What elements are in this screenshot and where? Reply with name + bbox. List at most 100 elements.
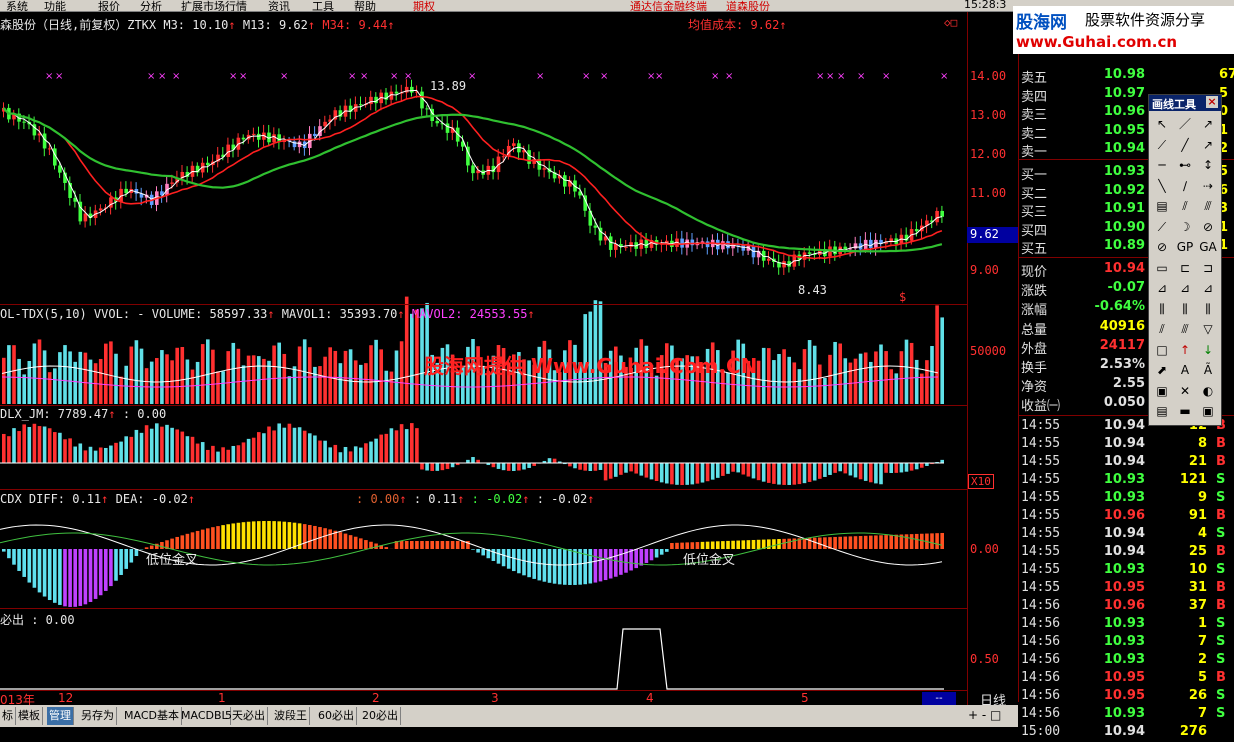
volume-bar	[359, 365, 363, 404]
macd-bar	[660, 549, 664, 555]
draw-tool-icon[interactable]: ⬈	[1152, 360, 1172, 380]
tab-60[interactable]: 60必出	[316, 707, 357, 725]
menu-news[interactable]: 资讯	[268, 0, 290, 12]
dlx-bar	[232, 446, 236, 463]
macd-bar	[838, 537, 842, 549]
draw-tool-icon[interactable]: ⊏	[1175, 258, 1195, 278]
promo-terminal[interactable]: 通达信金融终端	[630, 0, 707, 12]
candle-body	[721, 241, 725, 249]
draw-tool-icon[interactable]: ⟋	[1152, 135, 1172, 155]
draw-tool-icon[interactable]: ⫼	[1175, 299, 1195, 319]
draw-tool-icon[interactable]: Ã	[1198, 360, 1218, 380]
draw-tool-icon[interactable]: ⫻	[1198, 196, 1218, 216]
menu-system[interactable]: 系统	[6, 0, 28, 12]
draw-tool-icon[interactable]: ▣	[1152, 381, 1172, 401]
m34-value: M34: 9.44	[322, 18, 387, 32]
draw-tool-icon[interactable]: ⊘	[1198, 217, 1218, 237]
draw-tool-icon[interactable]: GA	[1198, 237, 1218, 257]
draw-tool-icon[interactable]: ⊿	[1198, 278, 1218, 298]
dlx-bar	[803, 463, 807, 483]
draw-tool-icon[interactable]: ↓	[1198, 340, 1218, 360]
volume-bar	[38, 339, 42, 404]
draw-tool-icon[interactable]: ⊐	[1198, 258, 1218, 278]
dlx-bar	[364, 443, 368, 463]
menu-quote[interactable]: 报价	[98, 0, 120, 12]
tab-5day[interactable]: 5天必出	[223, 707, 268, 725]
dlx-bar	[772, 463, 776, 484]
draw-tool-icon[interactable]: ✕	[1175, 381, 1195, 401]
dlx-bar	[109, 446, 113, 463]
volume-bar	[308, 347, 312, 404]
draw-tool-icon[interactable]: ☽	[1175, 217, 1195, 237]
draw-tool-icon[interactable]: ↗	[1198, 114, 1218, 134]
macd-bar	[711, 541, 715, 549]
close-icon[interactable]: ×	[1206, 96, 1218, 108]
draw-tool-icon[interactable]: ⊘	[1152, 237, 1172, 257]
dlx-bar	[614, 463, 618, 477]
menu-tools[interactable]: 工具	[312, 0, 334, 12]
promo-stock[interactable]: 道森股份	[726, 0, 770, 12]
candle-body	[257, 134, 261, 140]
menu-function[interactable]: 功能	[44, 0, 66, 12]
draw-tool-icon[interactable]: ↖	[1152, 114, 1172, 134]
period-label[interactable]: 日线	[968, 690, 1018, 705]
draw-tool-icon[interactable]: ⫼	[1198, 299, 1218, 319]
draw-tool-icon[interactable]: ⫽	[1152, 319, 1172, 339]
draw-tool-icon[interactable]: ⟋	[1152, 217, 1172, 237]
dlx-scale-badge[interactable]: X10	[968, 474, 994, 489]
dlx-bar	[665, 463, 669, 483]
draw-tool-icon[interactable]: A	[1175, 360, 1195, 380]
draw-tool-icon[interactable]: ↕	[1198, 155, 1218, 175]
panel-toggle-icons[interactable]: ◇□	[944, 16, 957, 29]
dlx-bar	[12, 428, 16, 463]
draw-tool-icon[interactable]: ╱	[1175, 135, 1195, 155]
draw-tool-icon[interactable]: ⫻	[1175, 319, 1195, 339]
dlx-bar	[323, 441, 327, 463]
draw-tool-icon[interactable]: ⫽	[1175, 196, 1195, 216]
draw-tool-icon[interactable]: ↑	[1175, 340, 1195, 360]
menu-extended-market[interactable]: 扩展市场行情	[181, 0, 247, 12]
volume-bar	[277, 343, 281, 404]
draw-tool-icon[interactable]: ↗	[1198, 135, 1218, 155]
draw-tool-icon[interactable]: ▤	[1152, 196, 1172, 216]
draw-tool-icon[interactable]: GP	[1175, 237, 1195, 257]
dlx-bar	[721, 463, 725, 476]
panel-divider	[0, 405, 967, 406]
draw-tool-icon[interactable]: □	[1152, 340, 1172, 360]
zoom-controls[interactable]: + - □	[968, 708, 1001, 722]
draw-tool-icon[interactable]: ◐	[1198, 381, 1218, 401]
draw-tool-icon[interactable]: ▤	[1152, 401, 1172, 421]
tab-band-king[interactable]: 波段王	[272, 707, 310, 725]
draw-tool-icon[interactable]: ∕	[1175, 176, 1195, 196]
tab-mark[interactable]: 标	[0, 707, 16, 725]
volume-bar	[782, 349, 786, 404]
draw-tool-icon[interactable]: ▣	[1198, 401, 1218, 421]
dlx-bar	[359, 448, 363, 463]
draw-tool-icon[interactable]: ─	[1152, 155, 1172, 175]
tab-template[interactable]: 模板	[16, 707, 43, 725]
draw-tool-icon[interactable]: ／	[1175, 114, 1195, 134]
tab-20[interactable]: 20必出	[360, 707, 401, 725]
candle-body	[410, 87, 414, 93]
macd-bar	[288, 522, 292, 549]
menu-help[interactable]: 帮助	[354, 0, 376, 12]
tab-manage[interactable]: 管理	[47, 707, 74, 725]
draw-tool-icon[interactable]: ╲	[1152, 176, 1172, 196]
draw-tool-icon[interactable]: ▭	[1152, 258, 1172, 278]
tab-save-as[interactable]: 另存为	[79, 707, 117, 725]
dlx-bar	[507, 463, 511, 471]
bc-tick: 0.50	[970, 652, 999, 666]
draw-tool-icon[interactable]: ⊿	[1152, 278, 1172, 298]
dlx-bar	[910, 463, 914, 471]
tab-macd-basic[interactable]: MACD基本	[122, 707, 182, 725]
menu-options-tag[interactable]: 期权	[413, 0, 435, 12]
draw-tool-icon[interactable]: ⇢	[1198, 176, 1218, 196]
draw-tool-icon[interactable]: ▽	[1198, 319, 1218, 339]
draw-tool-icon[interactable]: ▬	[1175, 401, 1195, 421]
draw-tool-icon[interactable]: ⊷	[1175, 155, 1195, 175]
menu-analysis[interactable]: 分析	[140, 0, 162, 12]
draw-tool-icon[interactable]: ⫼	[1152, 299, 1172, 319]
draw-tool-icon[interactable]: ⊿	[1175, 278, 1195, 298]
dlx-bar	[767, 463, 771, 483]
toolbox-titlebar[interactable]: 画线工具 ×	[1149, 95, 1221, 111]
